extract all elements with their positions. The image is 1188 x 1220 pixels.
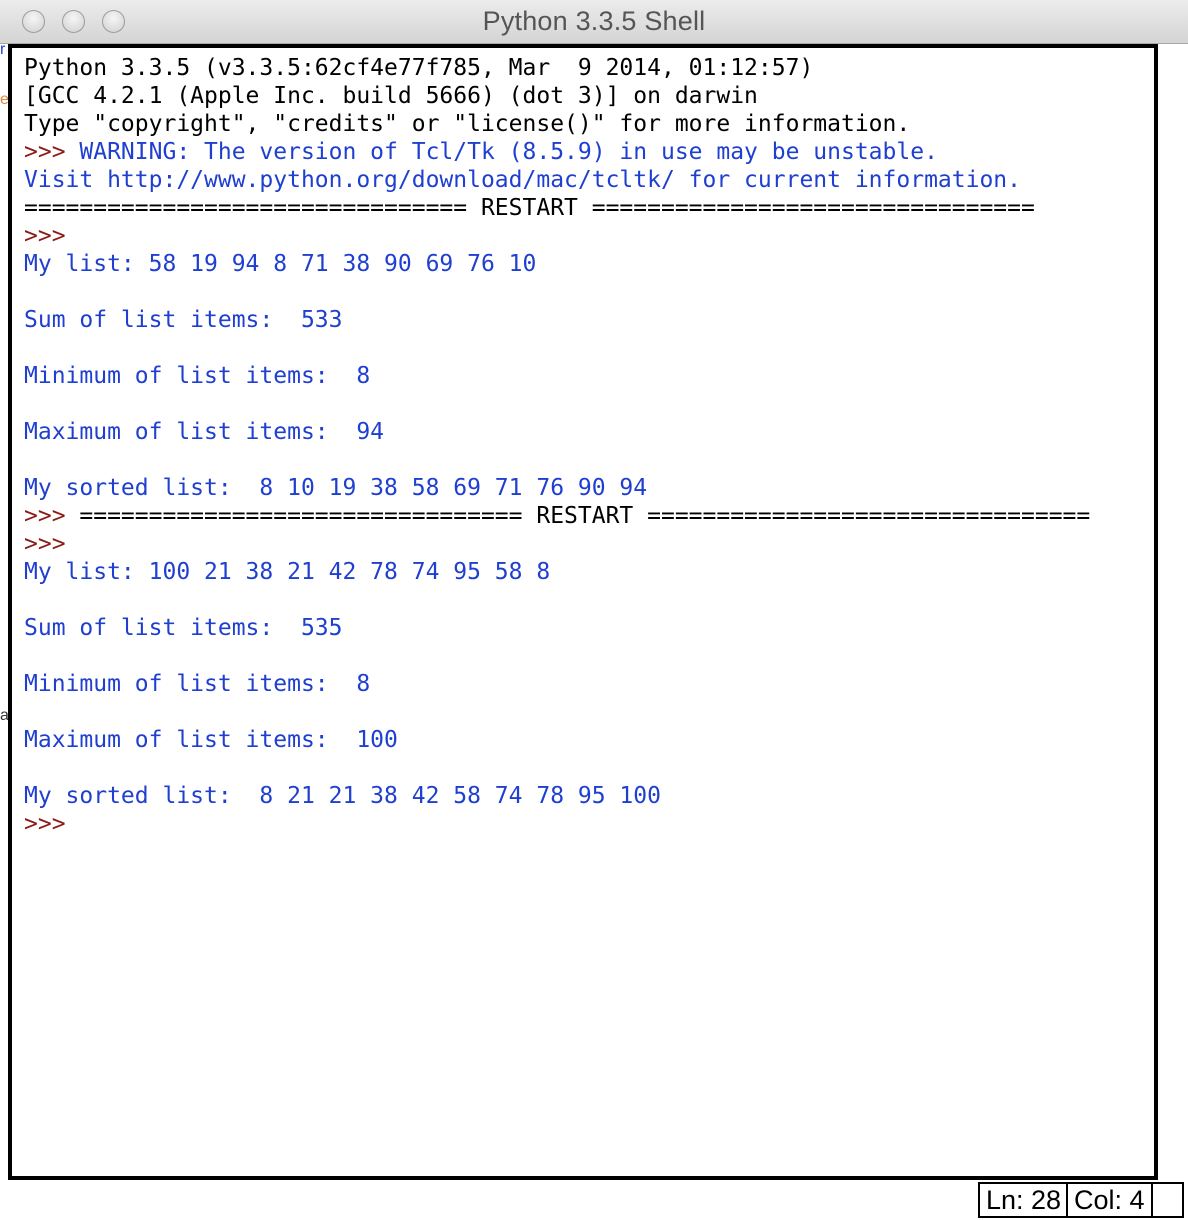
window-title: Python 3.3.5 Shell: [482, 6, 706, 36]
shell-line: [24, 642, 1090, 670]
column-number-indicator: Col: 4: [1066, 1182, 1153, 1218]
shell-prompt: >>>: [24, 223, 80, 249]
status-bar-spacer: [1148, 1182, 1184, 1218]
program-output: Visit http://www.python.org/download/mac…: [24, 167, 1021, 193]
program-output: Sum of list items: 533: [24, 307, 343, 333]
status-bar: Ln: 28 Col: 4: [0, 1180, 1188, 1220]
shell-line: >>>: [24, 222, 1090, 250]
shell-line: [24, 698, 1090, 726]
shell-line: [24, 278, 1090, 306]
program-output: My list: 58 19 94 8 71 38 90 69 76 10: [24, 251, 537, 277]
shell-line: >>>: [24, 530, 1090, 558]
program-output: My sorted list: 8 21 21 38 42 58 74 78 9…: [24, 783, 661, 809]
shell-line: Visit http://www.python.org/download/mac…: [24, 166, 1090, 194]
shell-line: Sum of list items: 533: [24, 306, 1090, 334]
shell-stdout: ================================ RESTART…: [79, 503, 1091, 529]
shell-line: [GCC 4.2.1 (Apple Inc. build 5666) (dot …: [24, 82, 1090, 110]
shell-prompt: >>>: [24, 503, 80, 529]
python-shell-window: e r e a Python 3.3.5 Shell Python 3.3.5 …: [0, 0, 1188, 1220]
shell-line: ================================ RESTART…: [24, 194, 1090, 222]
shell-text-area[interactable]: Python 3.3.5 (v3.3.5:62cf4e77f785, Mar 9…: [8, 44, 1158, 1180]
shell-line: My list: 100 21 38 21 42 78 74 95 58 8: [24, 558, 1090, 586]
shell-line: Minimum of list items: 8: [24, 670, 1090, 698]
shell-stdout: Python 3.3.5 (v3.3.5:62cf4e77f785, Mar 9…: [24, 55, 828, 81]
program-output: Sum of list items: 535: [24, 615, 343, 641]
program-output: My sorted list: 8 10 19 38 58 69 71 76 9…: [24, 475, 648, 501]
shell-line: Python 3.3.5 (v3.3.5:62cf4e77f785, Mar 9…: [24, 54, 1090, 82]
shell-line: [24, 586, 1090, 614]
shell-line: [24, 390, 1090, 418]
shell-line: Maximum of list items: 100: [24, 726, 1090, 754]
shell-line: Sum of list items: 535: [24, 614, 1090, 642]
program-output: Minimum of list items: 8: [24, 363, 371, 389]
shell-stdout: [GCC 4.2.1 (Apple Inc. build 5666) (dot …: [24, 83, 758, 109]
shell-line: Maximum of list items: 94: [24, 418, 1090, 446]
shell-line: >>> ================================ RES…: [24, 502, 1090, 530]
shell-stdout: ================================ RESTART…: [24, 195, 1035, 221]
shell-line: My list: 58 19 94 8 71 38 90 69 76 10: [24, 250, 1090, 278]
shell-prompt: >>>: [24, 139, 80, 165]
shell-line: [24, 446, 1090, 474]
program-output: My list: 100 21 38 21 42 78 74 95 58 8: [24, 559, 551, 585]
shell-line: [24, 334, 1090, 362]
shell-line: My sorted list: 8 10 19 38 58 69 71 76 9…: [24, 474, 1090, 502]
program-output: Maximum of list items: 94: [24, 419, 385, 445]
shell-line: Type "copyright", "credits" or "license(…: [24, 110, 1090, 138]
program-output: WARNING: The version of Tcl/Tk (8.5.9) i…: [79, 139, 938, 165]
background-window-fragment: r: [0, 41, 6, 58]
shell-line: My sorted list: 8 21 21 38 42 58 74 78 9…: [24, 782, 1090, 810]
shell-prompt: >>>: [24, 531, 80, 557]
program-output: Maximum of list items: 100: [24, 727, 398, 753]
shell-line: Minimum of list items: 8: [24, 362, 1090, 390]
shell-output: Python 3.3.5 (v3.3.5:62cf4e77f785, Mar 9…: [24, 54, 1090, 838]
shell-prompt: >>>: [24, 811, 80, 837]
shell-stdout: Type "copyright", "credits" or "license(…: [24, 111, 911, 137]
shell-line: >>> WARNING: The version of Tcl/Tk (8.5.…: [24, 138, 1090, 166]
line-number-indicator: Ln: 28: [978, 1182, 1069, 1218]
program-output: Minimum of list items: 8: [24, 671, 371, 697]
title-bar[interactable]: Python 3.3.5 Shell: [0, 0, 1188, 44]
shell-line: [24, 754, 1090, 782]
shell-line: >>>: [24, 810, 1090, 838]
